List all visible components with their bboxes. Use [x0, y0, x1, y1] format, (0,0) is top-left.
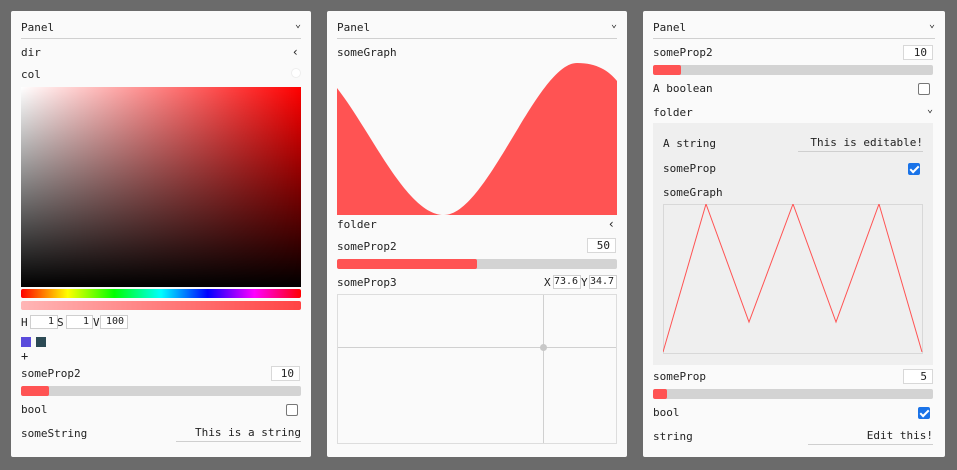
dir-label: dir [21, 46, 41, 59]
someProp2-label: someProp2 [653, 46, 713, 59]
folder-content: A string This is editable! someProp some… [653, 123, 933, 365]
someGraph-label: someGraph [337, 46, 397, 59]
aboolean-checkbox[interactable] [918, 83, 930, 95]
graph-area [337, 63, 617, 215]
someProp3-label: someProp3 [337, 276, 397, 289]
string2-input[interactable]: Edit this! [808, 429, 933, 445]
chevron-left-icon[interactable]: ‹ [292, 45, 299, 59]
chevron-down-icon[interactable]: ⌄ [611, 19, 617, 30]
bool-label: bool [653, 406, 680, 419]
v-label: V [93, 316, 100, 329]
panel-header[interactable]: Panel ⌄ [337, 15, 617, 39]
someProp2-slider[interactable] [21, 386, 301, 396]
bool-checkbox[interactable] [286, 404, 298, 416]
chevron-down-icon[interactable]: ⌄ [929, 19, 935, 30]
color-swatch[interactable] [21, 337, 31, 347]
someGraph-plot [663, 204, 923, 354]
graph-line [663, 204, 923, 353]
hue-slider[interactable] [21, 289, 301, 298]
y-label: Y [581, 276, 588, 289]
x-input[interactable]: 73.6 [553, 275, 581, 289]
someProp2-slider[interactable] [653, 65, 933, 75]
someGraph-label: someGraph [663, 186, 723, 199]
color-preview-dot[interactable] [291, 68, 301, 78]
someProp-input[interactable]: 5 [903, 369, 933, 384]
xy-pad[interactable] [337, 294, 617, 444]
someProp-slider[interactable] [653, 389, 933, 399]
add-swatch-button[interactable]: + [21, 349, 28, 363]
h-input[interactable]: 1 [30, 315, 58, 329]
bool-checkbox[interactable] [918, 407, 930, 419]
panel-header[interactable]: Panel ⌄ [21, 15, 301, 39]
someGraph-plot [337, 63, 617, 215]
xy-crosshair-vertical [543, 295, 544, 443]
someProp2-label: someProp2 [21, 367, 81, 380]
folder-label[interactable]: folder [337, 218, 377, 231]
panel-1: Panel ⌄ dir ‹ col H 1 S 1 V 100 + somePr… [11, 11, 311, 457]
someString-label: someString [21, 427, 88, 440]
chevron-left-icon[interactable]: ‹ [608, 217, 615, 231]
someString-input[interactable]: This is a string [176, 426, 301, 442]
color-swatch[interactable] [36, 337, 46, 347]
y-input[interactable]: 34.7 [589, 275, 617, 289]
bool-label: bool [21, 403, 48, 416]
someProp2-input[interactable]: 10 [271, 366, 300, 381]
h-label: H [21, 316, 28, 329]
alpha-slider[interactable] [21, 301, 301, 310]
slider-fill [653, 389, 667, 399]
chevron-down-icon[interactable]: ⌄ [295, 19, 301, 30]
xy-crosshair-horizontal [338, 347, 616, 348]
panel-title: Panel [653, 21, 687, 34]
someProp-inner-label: someProp [663, 162, 716, 175]
someProp2-label: someProp2 [337, 240, 397, 253]
panel-2: Panel ⌄ someGraph folder ‹ someProp2 50 … [327, 11, 627, 457]
col-label: col [21, 68, 41, 81]
chevron-down-icon[interactable]: ⌄ [927, 104, 933, 115]
aboolean-label: A boolean [653, 82, 713, 95]
xy-handle[interactable] [540, 344, 547, 351]
slider-fill [653, 65, 681, 75]
string-input[interactable]: This is editable! [798, 136, 923, 152]
folder-label[interactable]: folder [653, 106, 693, 119]
panel-title: Panel [337, 21, 371, 34]
someProp-label: someProp [653, 370, 706, 383]
saturation-value-picker[interactable] [21, 87, 301, 287]
string2-label: string [653, 430, 693, 443]
someProp-checkbox[interactable] [908, 163, 920, 175]
v-input[interactable]: 100 [100, 315, 128, 329]
someProp2-input[interactable]: 10 [903, 45, 933, 60]
panel-header[interactable]: Panel ⌄ [653, 15, 935, 39]
panel-title: Panel [21, 21, 55, 34]
graph-frame [663, 204, 923, 354]
string-label: A string [663, 137, 716, 150]
slider-fill [21, 386, 49, 396]
s-label: S [57, 316, 64, 329]
slider-fill [337, 259, 477, 269]
someProp2-input[interactable]: 50 [587, 238, 616, 253]
x-label: X [544, 276, 551, 289]
s-input[interactable]: 1 [66, 315, 93, 329]
panel-3: Panel ⌄ someProp2 10 A boolean folder ⌄ … [643, 11, 945, 457]
someProp2-slider[interactable] [337, 259, 617, 269]
